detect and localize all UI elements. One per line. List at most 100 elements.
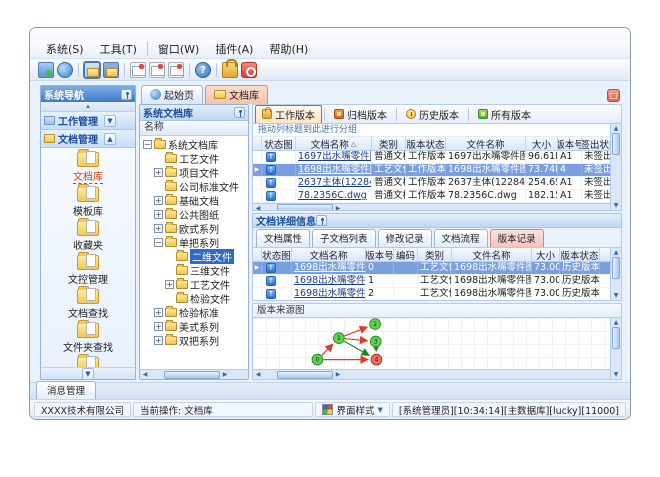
scroll-thumb[interactable]: [612, 133, 620, 155]
tree-node[interactable]: + 工艺文件: [140, 277, 248, 292]
column-header[interactable]: 文件名称: [452, 248, 532, 261]
tree-node[interactable]: + 欧式系列: [140, 221, 248, 236]
chevron-down-icon[interactable]: ▼: [82, 367, 94, 380]
tree-column-header[interactable]: 名称: [140, 121, 248, 136]
sidebar-group-work[interactable]: 工作管理 ▼: [41, 112, 135, 130]
tree-expander-icon[interactable]: +: [154, 335, 163, 345]
tree-expander-icon[interactable]: +: [154, 209, 163, 219]
table-row[interactable]: ↑1697出水嘴零件图.dwg普通文档工作版本1697出水嘴零件图.dwg96.…: [253, 151, 610, 164]
lock-icon[interactable]: [222, 58, 238, 78]
graph-vertical-scrollbar[interactable]: ▲ ▼: [610, 318, 621, 379]
column-header[interactable]: 文档名称 △: [296, 137, 372, 150]
tree-node[interactable]: 检验文件: [140, 291, 248, 306]
detail-vertical-scrollbar[interactable]: ▲ ▼: [610, 248, 621, 300]
column-header[interactable]: 大小: [526, 137, 558, 150]
tab-subdocument-list[interactable]: 子文档列表: [312, 229, 376, 247]
scroll-thumb[interactable]: [612, 257, 620, 279]
tree-node[interactable]: 二维文件: [140, 248, 248, 264]
table-row[interactable]: ▸↑1698出水嘴零件图.dwg工艺文件工作版本1698出水嘴零件图.dwg73…: [253, 164, 610, 177]
column-header[interactable]: 签出状态: [582, 137, 610, 151]
tree-node[interactable]: − 单把系列: [140, 235, 248, 250]
tree-node[interactable]: + 基础文档: [140, 193, 248, 208]
skin-selector[interactable]: 界面样式 ▼: [315, 402, 390, 417]
workspace-folder-icon[interactable]: [103, 61, 119, 78]
scroll-left-icon[interactable]: ◀: [140, 371, 150, 378]
column-header[interactable]: 编码: [394, 248, 418, 261]
scroll-thumb[interactable]: [277, 370, 333, 379]
scroll-up-icon[interactable]: ▲: [614, 124, 619, 133]
scroll-right-icon[interactable]: ▶: [333, 205, 343, 211]
table-row[interactable]: ▸↑1698出水嘴零件图.dwg0工艺文件1698出水嘴零件图.dwg73.00…: [253, 262, 610, 275]
table-row[interactable]: ↑1698出水嘴零件图.dwg1工艺文件1698出水嘴零件图.dwg73.00K…: [253, 275, 610, 288]
tree-node[interactable]: 工艺文件: [140, 151, 248, 166]
scroll-down-icon[interactable]: ▼: [614, 291, 619, 300]
help-icon[interactable]: [195, 61, 211, 78]
tree-node[interactable]: + 项目文件: [140, 165, 248, 180]
pin-icon[interactable]: [234, 107, 245, 118]
tree-node[interactable]: + 检验标准: [140, 305, 248, 320]
all-versions-button[interactable]: 所有版本: [471, 105, 538, 124]
sidebar-item-folder-search[interactable]: 文件夹查找: [46, 320, 131, 354]
archived-version-button[interactable]: 归档版本: [327, 105, 394, 124]
tab-modification-records[interactable]: 修改记录: [377, 229, 432, 247]
scroll-right-icon[interactable]: ▶: [333, 371, 343, 378]
upper-vertical-scrollbar[interactable]: ▲ ▼: [610, 124, 621, 210]
scroll-thumb[interactable]: [612, 327, 620, 349]
column-header[interactable]: 状态图: [262, 248, 292, 261]
column-header[interactable]: 大小: [532, 248, 560, 261]
sidebar-group-documents[interactable]: 文档管理 ▲: [41, 130, 135, 148]
history-version-button[interactable]: 历史版本: [399, 105, 466, 124]
exit-icon[interactable]: [241, 61, 257, 78]
tree-expander-icon[interactable]: +: [154, 195, 163, 205]
table-row[interactable]: ↑1698出水嘴零件图.dwg2工艺文件1698出水嘴零件图.dwg73.00K…: [253, 288, 610, 300]
chevron-down-icon[interactable]: ▼: [104, 114, 116, 127]
scroll-left-icon[interactable]: ◀: [253, 205, 263, 211]
tab-start-page[interactable]: 起始页: [141, 85, 203, 104]
scroll-down-icon[interactable]: ▼: [614, 201, 619, 210]
tree-node[interactable]: + 公共图纸: [140, 207, 248, 222]
menu-item-plugins[interactable]: 插件(A): [207, 40, 261, 58]
version-graph-area[interactable]: 0 1 2 3 4: [253, 318, 610, 369]
sidebar-item-doc-control[interactable]: 文控管理: [46, 252, 131, 286]
sidebar-item-favorites[interactable]: 收藏夹: [46, 218, 131, 252]
scroll-left-icon[interactable]: ◀: [253, 371, 263, 378]
pin-icon[interactable]: [316, 215, 327, 226]
pin-icon[interactable]: [121, 88, 132, 100]
tab-document-properties[interactable]: 文档属性: [256, 229, 311, 247]
scroll-up-icon[interactable]: ▲: [614, 318, 619, 327]
column-header[interactable]: 类别: [372, 137, 406, 150]
close-tab-icon[interactable]: □: [607, 89, 620, 102]
tree-node[interactable]: − 系统文档库: [140, 137, 248, 152]
tree-node[interactable]: 公司标准文件: [140, 179, 248, 194]
tree-expander-icon[interactable]: +: [165, 279, 174, 289]
menu-item-window[interactable]: 窗口(W): [150, 40, 207, 58]
tree-expander-icon[interactable]: −: [154, 237, 163, 247]
tree-node[interactable]: + 美式系列: [140, 319, 248, 334]
graph-horizontal-scrollbar[interactable]: ◀ ▶: [253, 369, 610, 379]
tree-expander-icon[interactable]: −: [143, 139, 152, 149]
screen-icon[interactable]: [38, 61, 54, 78]
column-header[interactable]: 版本状态: [560, 248, 600, 261]
column-header[interactable]: 状态图: [262, 137, 296, 150]
column-header[interactable]: 类别: [418, 248, 452, 261]
scroll-thumb[interactable]: [164, 370, 220, 379]
menu-item-help[interactable]: 帮助(H): [261, 40, 316, 58]
table-row[interactable]: ↑78.2356C.dwg普通文档工作版本78.2356C.dwg182.15K…: [253, 190, 610, 203]
tree-expander-icon[interactable]: +: [154, 223, 163, 233]
column-header[interactable]: 文件名称: [446, 137, 526, 150]
working-version-button[interactable]: 工作版本: [255, 104, 322, 124]
scroll-up-icon[interactable]: ▲: [614, 248, 619, 257]
sidebar-item-checked-out-docs[interactable]: 签出的文档: [46, 354, 131, 367]
column-header[interactable]: 版本状态: [406, 137, 446, 150]
tree-horizontal-scrollbar[interactable]: ◀ ▶: [140, 369, 248, 379]
library-folder-icon[interactable]: [83, 60, 101, 79]
column-header[interactable]: 版本号: [366, 248, 394, 261]
table-row[interactable]: ↑2637主体(12284).dwg普通文档工作版本2637主体(12284).…: [253, 177, 610, 190]
tab-document-library[interactable]: 文档库: [205, 85, 268, 104]
column-header[interactable]: 文档名称: [292, 248, 366, 261]
menu-item-tools[interactable]: 工具(T): [92, 40, 145, 58]
sidebar-item-doc-search[interactable]: 文档查找: [46, 286, 131, 320]
sidebar-collapse-strip[interactable]: ▴: [41, 102, 135, 112]
upper-horizontal-scrollbar[interactable]: ◀ ▶: [253, 203, 610, 210]
tab-document-flow[interactable]: 文档流程: [433, 229, 488, 247]
